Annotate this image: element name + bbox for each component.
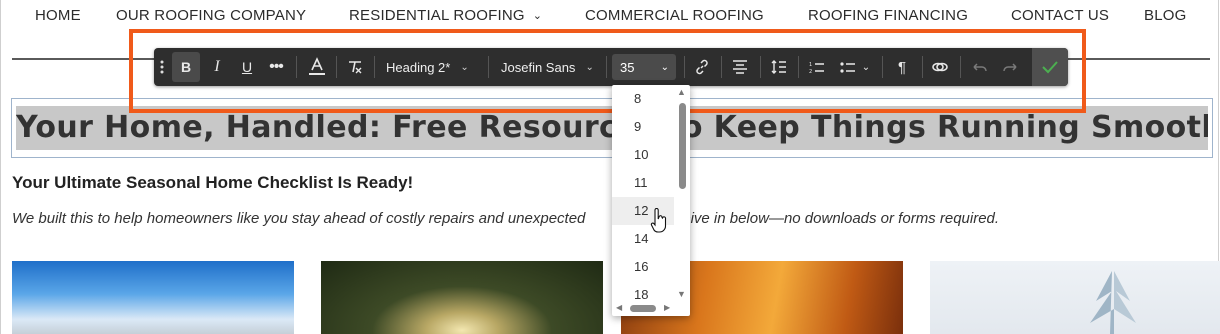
text-color-icon — [309, 57, 325, 75]
intro-text-right: Dive in below—no downloads or forms requ… — [679, 210, 1000, 227]
clear-format-icon — [349, 61, 362, 74]
nav-item-label: HOME — [35, 7, 81, 24]
resource-card-image-winter[interactable] — [930, 261, 1220, 334]
line-height-icon — [771, 60, 786, 74]
toolbar-separator — [798, 56, 799, 78]
toolbar-separator — [336, 56, 337, 78]
toolbar-separator — [296, 56, 297, 78]
toolbar-separator — [684, 56, 685, 78]
underline-icon: U — [241, 59, 253, 75]
font-size-option[interactable]: 16 — [612, 253, 674, 281]
undo-button[interactable] — [966, 52, 994, 82]
confirm-button[interactable] — [1032, 48, 1068, 86]
font-family-dropdown[interactable]: Josefin Sans ⌄ — [501, 52, 594, 82]
nav-item-label: RESIDENTIAL ROOFING — [349, 7, 525, 24]
horizontal-scrollbar-thumb[interactable] — [630, 305, 656, 312]
scroll-left-arrow-icon[interactable]: ◀ — [616, 303, 622, 312]
intro-text-left: We built this to help homeowners like yo… — [12, 210, 586, 227]
anchor-link-button[interactable] — [926, 52, 954, 82]
nav-item-label: OUR ROOFING COMPANY — [116, 7, 307, 24]
drag-handle-icon[interactable] — [156, 52, 168, 82]
clear-formatting-button[interactable] — [342, 52, 368, 82]
line-height-button[interactable] — [765, 52, 793, 82]
italic-icon: I — [214, 58, 220, 75]
toolbar-separator — [606, 56, 607, 78]
font-size-option[interactable]: 8 — [612, 85, 674, 113]
align-center-button[interactable] — [726, 52, 754, 82]
font-family-value: Josefin Sans — [501, 59, 576, 75]
font-size-listbox[interactable]: 8 9 10 11 12 14 16 18 ▲ ▼ ◀ ▶ — [612, 85, 690, 316]
nav-item-roofing-financing[interactable]: ROOFING FINANCING — [808, 7, 968, 24]
font-size-value: 35 — [620, 59, 635, 75]
chevron-down-icon: ⌄ — [532, 10, 543, 22]
text-style-dropdown[interactable]: Heading 2* ⌄ — [386, 52, 469, 82]
nav-item-our-roofing-company[interactable]: OUR ROOFING COMPANY — [116, 7, 306, 24]
nav-item-label: ROOFING FINANCING — [808, 7, 969, 24]
underline-button[interactable]: U — [234, 52, 260, 82]
hand-pointer-cursor-icon — [650, 208, 667, 233]
scrollbar-thumb[interactable] — [679, 103, 686, 189]
font-size-option[interactable]: 10 — [612, 141, 674, 169]
chevron-down-icon: ⌄ — [460, 61, 469, 73]
nav-item-contact-us[interactable]: CONTACT US — [1011, 7, 1109, 24]
subheading: Your Ultimate Seasonal Home Checklist Is… — [12, 173, 414, 192]
more-formatting-button[interactable]: ••• — [262, 52, 290, 82]
numbered-list-button[interactable]: 12 — [804, 52, 830, 82]
toolbar-separator — [922, 56, 923, 78]
font-size-option[interactable]: 11 — [612, 169, 674, 197]
nav-item-commercial-roofing[interactable]: COMMERCIAL ROOFING — [585, 7, 764, 24]
redo-button[interactable] — [996, 52, 1024, 82]
rich-text-toolbar: B I U ••• Heading 2* ⌄ Josefin Sans ⌄ 35 ⌄ … — [154, 48, 1068, 86]
snowy-tree-icon — [1090, 271, 1136, 334]
undo-icon — [973, 63, 987, 72]
pilcrow-icon: ¶ — [897, 58, 907, 76]
horizontal-scrollbar[interactable]: ◀ ▶ — [616, 303, 672, 313]
resource-card-image-sky[interactable] — [12, 261, 294, 334]
italic-button[interactable]: I — [204, 52, 230, 82]
scroll-right-arrow-icon[interactable]: ▶ — [664, 303, 670, 312]
nav-item-home[interactable]: HOME — [35, 7, 81, 24]
toolbar-separator — [374, 56, 375, 78]
svg-text:1: 1 — [809, 62, 812, 68]
numbered-list-icon: 12 — [809, 62, 824, 74]
toolbar-separator — [960, 56, 961, 78]
bold-button[interactable]: B — [172, 52, 200, 82]
align-center-icon — [733, 60, 747, 74]
chevron-down-icon: ⌄ — [660, 61, 669, 73]
toolbar-separator — [760, 56, 761, 78]
font-size-dropdown[interactable]: 35 ⌄ — [612, 54, 676, 80]
page-border-left — [0, 0, 1, 334]
bulleted-list-button[interactable]: ⌄ — [834, 52, 876, 82]
intro-paragraph: We built this to help homeowners like yo… — [12, 210, 999, 227]
more-dots-icon: ••• — [269, 58, 284, 75]
scroll-up-arrow-icon[interactable]: ▲ — [677, 87, 686, 97]
toolbar-separator — [488, 56, 489, 78]
text-style-value: Heading 2* — [386, 59, 451, 75]
svg-text:2: 2 — [809, 69, 812, 74]
chevron-down-icon: ⌄ — [585, 61, 594, 73]
scroll-down-arrow-icon[interactable]: ▼ — [677, 289, 686, 299]
chevron-down-icon: ⌄ — [861, 61, 871, 73]
link-icon — [696, 59, 708, 75]
text-direction-button[interactable]: ¶ — [888, 52, 916, 82]
font-size-option[interactable]: 9 — [612, 113, 674, 141]
bulleted-list-icon — [840, 62, 855, 73]
toolbar-separator — [721, 56, 722, 78]
resource-card-image-trees[interactable] — [321, 261, 603, 334]
nav-item-blog[interactable]: BLOG — [1144, 7, 1186, 24]
nav-item-residential-roofing[interactable]: RESIDENTIAL ROOFING ⌄ — [349, 7, 542, 24]
checkmark-icon — [1042, 61, 1058, 74]
nav-item-label: CONTACT US — [1011, 7, 1110, 24]
text-color-button[interactable] — [304, 52, 330, 82]
bold-icon: B — [180, 59, 192, 75]
nav-item-label: BLOG — [1144, 7, 1187, 24]
anchor-link-icon — [932, 62, 948, 72]
link-button[interactable] — [688, 52, 716, 82]
toolbar-separator — [882, 56, 883, 78]
vertical-scrollbar[interactable]: ▲ ▼ — [674, 85, 690, 316]
nav-item-label: COMMERCIAL ROOFING — [585, 7, 764, 24]
redo-icon — [1003, 63, 1017, 72]
top-navigation: HOME OUR ROOFING COMPANY RESIDENTIAL ROO… — [0, 7, 1220, 29]
